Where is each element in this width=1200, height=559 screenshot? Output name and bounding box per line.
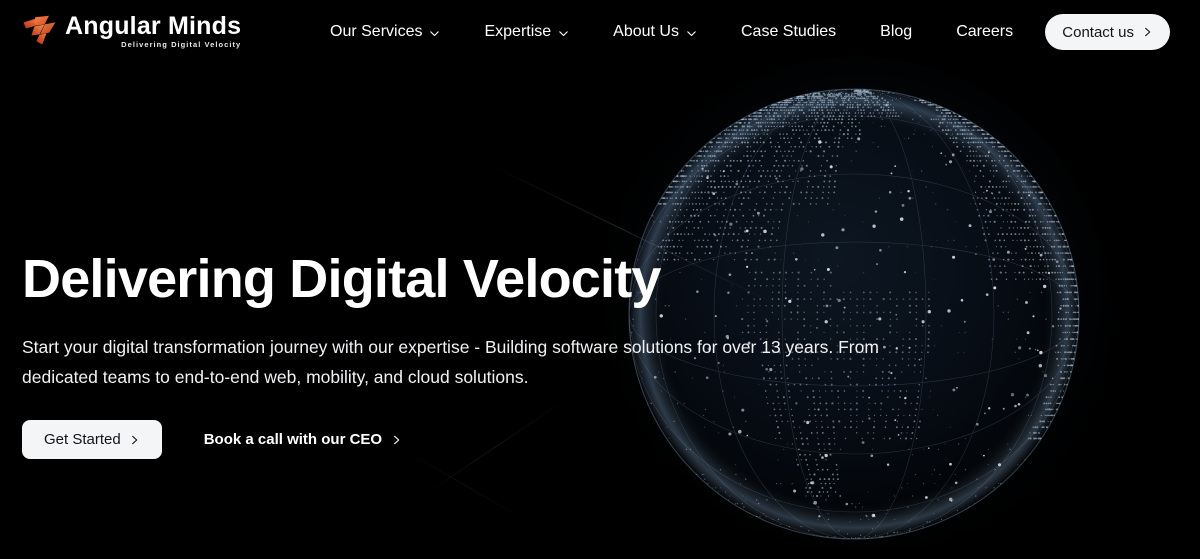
primary-navigation: Our Services Expertise About Us Case Stu… xyxy=(330,0,1013,64)
brand-tagline: Delivering Digital Velocity xyxy=(121,40,242,49)
contact-us-label: Contact us xyxy=(1062,23,1134,41)
nav-label: Careers xyxy=(956,23,1014,40)
nav-label: Expertise xyxy=(484,23,552,40)
get-started-button[interactable]: Get Started xyxy=(22,420,162,459)
nav-label: Our Services xyxy=(330,23,423,40)
chevron-down-icon xyxy=(430,30,440,36)
nav-label: Case Studies xyxy=(740,23,837,40)
nav-label: About Us xyxy=(613,23,679,40)
chevron-right-icon xyxy=(394,435,400,444)
nav-item-our-services[interactable]: Our Services xyxy=(330,14,440,50)
light-streak xyxy=(401,448,533,525)
chevron-right-icon xyxy=(1145,27,1151,37)
nav-item-case-studies[interactable]: Case Studies xyxy=(741,14,836,50)
chevron-right-icon xyxy=(131,435,137,444)
nav-label: Blog xyxy=(880,23,913,40)
hero-section: Delivering Digital Velocity Start your d… xyxy=(22,248,902,459)
hero-page: Angular Minds Delivering Digital Velocit… xyxy=(0,0,1200,559)
chevron-down-icon xyxy=(559,30,568,36)
nav-item-expertise[interactable]: Expertise xyxy=(484,14,569,50)
brand-logo[interactable]: Angular Minds Delivering Digital Velocit… xyxy=(22,13,241,51)
hero-cta-group: Get Started Book a call with our CEO xyxy=(22,420,902,459)
angular-minds-bird-mark-icon xyxy=(23,15,56,45)
contact-us-button[interactable]: Contact us xyxy=(1045,14,1170,50)
hero-subtitle: Start your digital transformation journe… xyxy=(22,337,879,387)
get-started-label: Get Started xyxy=(44,431,121,448)
nav-item-blog[interactable]: Blog xyxy=(880,14,912,50)
nav-item-about-us[interactable]: About Us xyxy=(613,14,697,50)
site-header: Angular Minds Delivering Digital Velocit… xyxy=(0,0,1200,64)
book-a-call-label: Book a call with our CEO xyxy=(203,431,383,448)
chevron-down-icon xyxy=(687,30,696,36)
book-a-call-link[interactable]: Book a call with our CEO xyxy=(204,431,402,448)
nav-item-careers[interactable]: Careers xyxy=(956,14,1013,50)
hero-title: Delivering Digital Velocity xyxy=(22,249,661,309)
brand-name: Angular Minds xyxy=(65,12,242,40)
